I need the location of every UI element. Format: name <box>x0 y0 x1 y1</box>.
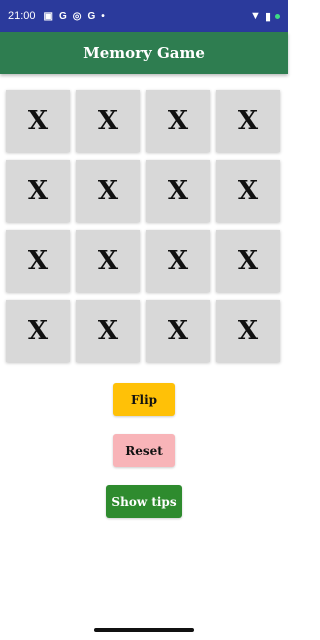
flip-button[interactable]: Flip <box>113 383 175 416</box>
battery-icon: ▮ <box>264 10 271 23</box>
gesture-nav-handle[interactable] <box>94 628 194 632</box>
app-bar: Memory Game <box>0 32 288 74</box>
memory-card[interactable]: X <box>76 90 140 152</box>
memory-card[interactable]: X <box>76 160 140 222</box>
wifi-icon: ▼ <box>250 10 261 22</box>
memory-card[interactable]: X <box>216 90 280 152</box>
page-title: Memory Game <box>83 44 205 62</box>
memory-card[interactable]: X <box>6 230 70 292</box>
target-icon: ◎ <box>72 10 82 22</box>
dot-icon: • <box>101 10 105 22</box>
memory-card[interactable]: X <box>6 90 70 152</box>
memory-card[interactable]: X <box>216 300 280 362</box>
memory-card[interactable]: X <box>146 160 210 222</box>
card-grid: X X X X X X X X X X X X X X X X <box>6 90 282 362</box>
memory-card[interactable]: X <box>146 300 210 362</box>
google-icon: G <box>58 10 67 22</box>
status-time: 21:00 <box>8 10 36 22</box>
memory-card[interactable]: X <box>146 230 210 292</box>
notification-dot-icon <box>275 13 280 19</box>
memory-card[interactable]: X <box>146 90 210 152</box>
google-icon: G <box>87 10 96 22</box>
memory-card[interactable]: X <box>216 160 280 222</box>
memory-card[interactable]: X <box>216 230 280 292</box>
memory-card[interactable]: X <box>76 300 140 362</box>
status-bar: 21:00 ▣ G ◎ G • ▼ ▮ <box>0 0 288 32</box>
show-tips-button[interactable]: Show tips <box>106 485 182 518</box>
memory-card[interactable]: X <box>6 160 70 222</box>
memory-card[interactable]: X <box>76 230 140 292</box>
sim-icon: ▣ <box>43 10 53 22</box>
memory-card[interactable]: X <box>6 300 70 362</box>
reset-button[interactable]: Reset <box>113 434 175 467</box>
